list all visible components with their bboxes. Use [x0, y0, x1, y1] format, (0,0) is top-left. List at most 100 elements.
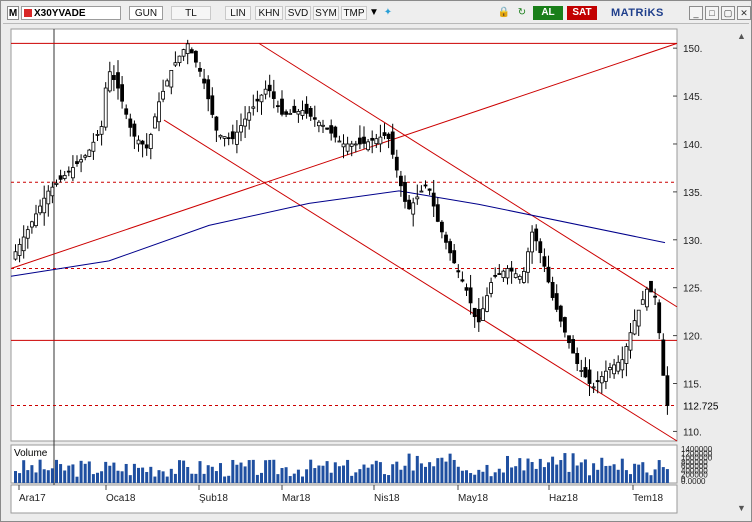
- candle: [169, 69, 174, 88]
- currency-button[interactable]: TL: [171, 6, 211, 20]
- candle: [21, 236, 26, 252]
- volume-bar: [477, 469, 481, 483]
- volume-bar: [132, 463, 136, 483]
- volume-bar: [608, 465, 612, 483]
- buy-button[interactable]: AL: [533, 6, 563, 20]
- y-tick-label: 145.: [683, 92, 702, 103]
- candle: [419, 190, 424, 193]
- volume-bar: [231, 459, 235, 483]
- candle: [17, 244, 22, 256]
- volume-bar: [59, 464, 63, 483]
- volume-bar: [391, 464, 395, 483]
- candle: [538, 241, 543, 254]
- scroll-down-icon[interactable]: ▼: [737, 503, 746, 513]
- template-dropdown-icon[interactable]: ▼: [367, 6, 381, 20]
- app-logo[interactable]: M: [7, 6, 19, 20]
- maximize-button[interactable]: ▢: [721, 6, 735, 20]
- volume-bar: [22, 460, 26, 483]
- volume-bar: [419, 463, 423, 483]
- candle: [95, 133, 100, 136]
- candle: [505, 268, 510, 279]
- candle: [148, 134, 153, 149]
- candle: [38, 205, 43, 214]
- chart-window: M X30YVADE GUN TL LIN KHN SVD SYM TMP ▼ …: [0, 0, 752, 522]
- candle: [239, 125, 243, 133]
- volume-bar: [567, 471, 571, 483]
- close-button[interactable]: ✕: [737, 6, 751, 20]
- candle: [411, 202, 416, 215]
- candle: [243, 118, 248, 127]
- sell-button[interactable]: SAT: [567, 6, 597, 20]
- candle: [567, 335, 571, 344]
- flag-icon: [24, 9, 32, 17]
- candle: [403, 182, 407, 202]
- candle: [464, 287, 469, 291]
- volume-bar: [641, 462, 645, 483]
- volume-bar: [305, 469, 309, 483]
- template-button[interactable]: TMP: [341, 6, 367, 20]
- volume-bar: [128, 475, 132, 483]
- volume-bar: [63, 470, 67, 483]
- candle: [558, 305, 563, 322]
- period-button[interactable]: GUN: [129, 6, 163, 20]
- candle: [116, 72, 120, 89]
- candle: [140, 140, 145, 145]
- symbol-button[interactable]: SYM: [313, 6, 339, 20]
- volume-bar: [313, 468, 317, 483]
- candle: [66, 170, 71, 173]
- candle: [661, 339, 666, 376]
- volume-bar: [100, 471, 104, 483]
- volume-bar: [165, 476, 169, 483]
- candle: [132, 123, 137, 137]
- volume-bar: [309, 459, 313, 483]
- volume-bar: [210, 466, 214, 483]
- linear-button[interactable]: LIN: [225, 6, 251, 20]
- candle: [362, 136, 366, 144]
- volume-bar: [534, 468, 538, 483]
- candle: [398, 175, 403, 187]
- volume-bar: [30, 465, 34, 483]
- candle: [431, 192, 436, 207]
- minimize-button[interactable]: _: [689, 6, 703, 20]
- volume-bar: [473, 474, 477, 483]
- volume-bar: [506, 455, 509, 483]
- volume-bar: [428, 462, 432, 483]
- candle: [480, 308, 485, 321]
- scroll-up-icon[interactable]: ▲: [737, 31, 746, 41]
- x-tick-label: May18: [458, 493, 488, 504]
- refresh-icon[interactable]: ↻: [515, 6, 529, 20]
- candle: [193, 50, 198, 63]
- volume-bar: [411, 470, 415, 483]
- lock-icon[interactable]: 🔒: [497, 6, 511, 20]
- candle: [591, 386, 596, 389]
- volume-bar: [87, 461, 91, 483]
- y-tick-label: 140.: [683, 140, 702, 151]
- volume-bar: [592, 463, 596, 483]
- candle: [185, 43, 190, 54]
- volume-bar: [268, 459, 272, 483]
- candle: [435, 204, 440, 222]
- volume-bar: [559, 460, 563, 483]
- candle: [128, 118, 133, 128]
- volume-bar: [124, 463, 128, 483]
- candle: [255, 98, 260, 102]
- volume-bar: [153, 476, 157, 483]
- volume-bar: [522, 470, 526, 483]
- candle-button[interactable]: KHN: [255, 6, 283, 20]
- volume-bar: [272, 459, 276, 483]
- volume-button[interactable]: SVD: [285, 6, 311, 20]
- candlestick-chart[interactable]: Ara17 Oca18 Şub18 Mar18 Nis18 May18 Haz18 Tem18…: [9, 27, 746, 515]
- volume-bar: [637, 464, 641, 483]
- volume-bar: [325, 461, 329, 483]
- volume-bar: [510, 467, 514, 483]
- volume-bar: [104, 461, 108, 483]
- x-tick-label: Oca18: [106, 493, 136, 504]
- restore-button[interactable]: □: [705, 6, 719, 20]
- chart-area[interactable]: Ara17 Oca18 Şub18 Mar18 Nis18 May18 Haz18 Tem18…: [9, 27, 746, 515]
- candle: [476, 308, 481, 323]
- candle: [653, 295, 657, 298]
- twitter-icon[interactable]: ✦: [381, 6, 395, 20]
- symbol-selector[interactable]: X30YVADE: [21, 6, 121, 20]
- candle: [267, 84, 272, 92]
- volume-bar: [157, 470, 161, 483]
